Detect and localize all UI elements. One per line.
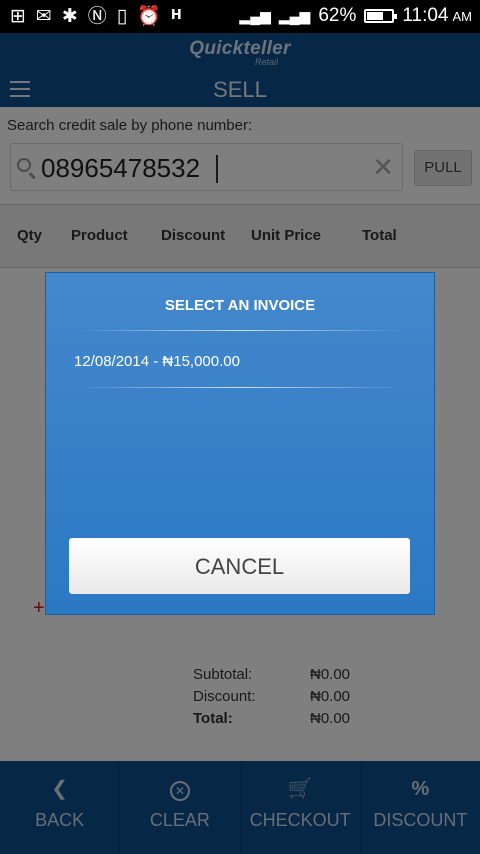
battery-fill	[367, 12, 384, 20]
battery-icon	[364, 9, 398, 23]
signal-icon: ▂▄▆	[239, 7, 271, 24]
invoice-item[interactable]: 12/08/2014 - ₦15,000.00	[74, 353, 240, 370]
bluetooth-icon: ✱	[61, 5, 78, 27]
message-icon: ✉	[35, 5, 52, 27]
nfc-icon: Ⓝ	[87, 5, 107, 27]
status-right: ▂▄▆ ▂▄▆ 62% 11:04 AM	[239, 5, 472, 27]
network-icon: H	[170, 8, 182, 23]
signal-2-icon: ▂▄▆	[278, 7, 311, 24]
clock-ampm: AM	[452, 8, 473, 24]
invoice-divider	[74, 387, 406, 388]
dialog-title: SELECT AN INVOICE	[164, 297, 316, 314]
battery-percent: 62%	[318, 5, 357, 26]
status-bar: ⊞ ✉ ✱ Ⓝ ▯ ⏰ H ▂▄▆ ▂▄▆ 62% 11:04 AM	[0, 0, 480, 33]
vibrate-icon: ▯	[116, 5, 128, 27]
cancel-button[interactable]: CANCEL	[69, 538, 410, 594]
alarm-icon: ⏰	[137, 5, 161, 27]
dialog-divider	[74, 330, 406, 331]
notification-icons: ⊞ ✉ ✱ Ⓝ ▯ ⏰ H	[10, 4, 182, 28]
select-invoice-dialog: SELECT AN INVOICE 12/08/2014 - ₦15,000.0…	[46, 273, 434, 614]
plus-icon: ⊞	[10, 5, 26, 27]
clock: 11:04	[402, 5, 449, 26]
